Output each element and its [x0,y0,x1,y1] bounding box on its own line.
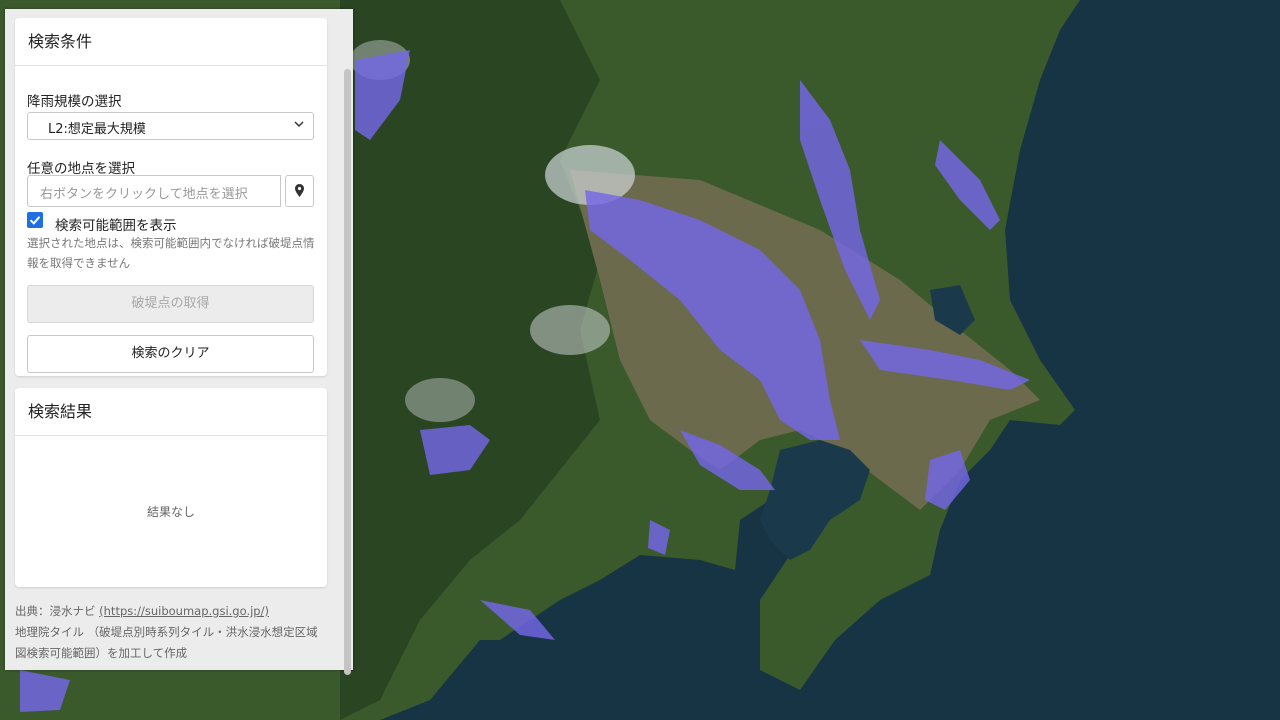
source-prefix: 出典：浸水ナビ [15,604,100,618]
point-select-label: 任意の地点を選択 [27,161,135,177]
cloud [405,378,475,422]
map-pin-button[interactable] [285,175,314,207]
rainfall-scale-value: L2:想定最大規模 [48,122,146,137]
search-panel: 検索条件 降雨規模の選択 L2:想定最大規模 任意の地点を選択 右ボタンをクリッ… [5,9,353,675]
search-results-title: 検索結果 [15,388,327,436]
source-link[interactable]: (https://suiboumap.gsi.go.jp/) [99,604,269,618]
tiles-credit: 地理院タイル （破堤点別時系列タイル・洪水浸水想定区域図検索可能範囲）を加工して… [15,625,318,660]
no-results-text: 結果なし [146,505,195,519]
map-pin-icon [295,184,304,197]
point-input[interactable]: 右ボタンをクリックして地点を選択 [27,175,281,207]
cloud [530,305,610,355]
rainfall-scale-label: 降雨規模の選択 [27,94,122,110]
search-conditions-card: 検索条件 降雨規模の選択 L2:想定最大規模 任意の地点を選択 右ボタンをクリッ… [15,18,327,376]
attribution: 出典：浸水ナビ (https://suiboumap.gsi.go.jp/) 地… [15,601,325,664]
chevron-down-icon [293,118,305,133]
search-results-card: 検索結果 結果なし [15,388,327,587]
checkmark-icon [29,216,41,225]
show-range-label[interactable]: 検索可能範囲を表示 [55,214,177,234]
show-range-checkbox[interactable] [27,212,43,228]
range-hint-text: 選択された地点は、検索可能範囲内でなければ破堤点情報を取得できません [27,236,315,270]
panel-scrollbar[interactable] [344,69,351,675]
get-breach-points-button[interactable]: 破堤点の取得 [27,285,314,323]
rainfall-scale-select[interactable]: L2:想定最大規模 [27,112,314,140]
clear-search-button[interactable]: 検索のクリア [27,335,314,373]
search-conditions-title: 検索条件 [15,18,327,66]
